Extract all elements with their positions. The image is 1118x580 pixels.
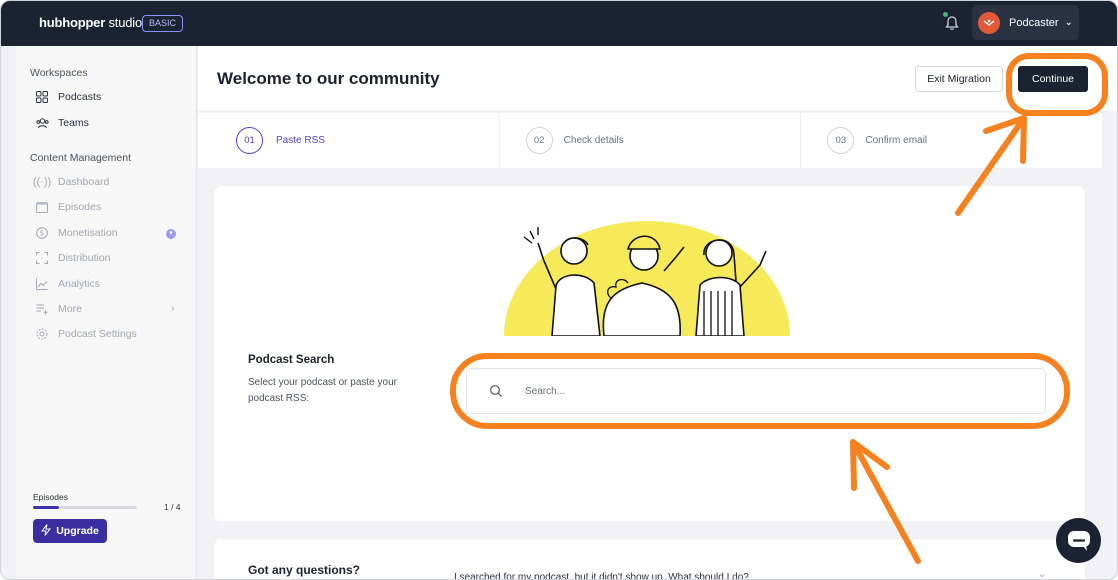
- page-title: Welcome to our community: [217, 69, 440, 88]
- step-label: Check details: [563, 135, 624, 146]
- list-add-icon: [35, 302, 49, 316]
- sidebar-item-dashboard[interactable]: ((·)) Dashboard: [32, 173, 110, 191]
- community-illustration: [504, 221, 790, 336]
- faq-question[interactable]: I searched for my podcast, but it didn't…: [454, 572, 749, 579]
- step-paste-rss[interactable]: 01 Paste RSS: [198, 113, 500, 168]
- migration-steps: 01 Paste RSS 02 Check details 03 Confirm…: [198, 113, 1102, 168]
- lightning-icon: [41, 523, 52, 539]
- users-icon: [35, 116, 49, 130]
- episodes-quota-count: 1 / 4: [164, 502, 181, 512]
- upgrade-button[interactable]: Upgrade: [33, 519, 107, 543]
- chevron-right-icon: ›: [171, 303, 175, 314]
- expand-icon: [35, 251, 49, 265]
- svg-text:$: $: [40, 229, 45, 238]
- search-icon: [490, 385, 502, 397]
- user-name: Podcaster: [1009, 16, 1059, 29]
- workspaces-heading: Workspaces: [30, 67, 88, 79]
- folder-icon: [35, 200, 49, 214]
- step-number: 02: [525, 127, 553, 154]
- step-check-details[interactable]: 02 Check details: [500, 113, 802, 168]
- exit-migration-button[interactable]: Exit Migration: [915, 66, 1003, 92]
- chat-icon: [1067, 530, 1090, 551]
- content-management-heading: Content Management: [30, 152, 131, 164]
- step-number: 01: [236, 127, 263, 154]
- sidebar: Workspaces Podcasts Teams Content Manage…: [16, 46, 197, 579]
- faq-title: Got any questions?: [248, 563, 361, 577]
- user-menu[interactable]: Podcaster ⌄: [972, 5, 1079, 40]
- faq-card: Got any questions? I searched for my pod…: [214, 539, 1085, 579]
- chart-icon: [35, 277, 49, 291]
- step-confirm-email[interactable]: 03 Confirm email: [801, 113, 1102, 168]
- app-window: hubhopper studio BASIC Podcaster ⌄ Works…: [0, 0, 1118, 580]
- grid-icon: [35, 90, 49, 104]
- podcast-search-card: Podcast Search Select your podcast or pa…: [214, 186, 1085, 521]
- avatar: [978, 11, 1000, 34]
- sidebar-item-analytics[interactable]: Analytics: [35, 275, 100, 293]
- settings-icon: [35, 327, 49, 341]
- sidebar-item-more[interactable]: More: [35, 300, 82, 318]
- top-bar: hubhopper studio BASIC Podcaster ⌄: [1, 1, 1117, 46]
- sidebar-item-podcast-settings[interactable]: Podcast Settings: [35, 325, 137, 343]
- broadcast-icon: ((·)): [32, 176, 52, 188]
- sidebar-item-monetisation[interactable]: $ Monetisation: [35, 224, 118, 242]
- search-box[interactable]: [466, 368, 1046, 414]
- dollar-icon: $: [35, 226, 49, 240]
- sidebar-item-podcasts[interactable]: Podcasts: [35, 88, 101, 106]
- bell-icon[interactable]: [942, 13, 962, 33]
- plan-badge: BASIC: [142, 15, 184, 32]
- sidebar-item-distribution[interactable]: Distribution: [35, 249, 111, 267]
- sidebar-item-teams[interactable]: Teams: [35, 114, 89, 132]
- episodes-progress-fill: [33, 506, 59, 509]
- page-header: Welcome to our community Exit Migration …: [198, 46, 1117, 112]
- search-input[interactable]: [525, 385, 1005, 397]
- episodes-quota-label: Episodes: [33, 492, 68, 502]
- chevron-down-icon[interactable]: ⌄: [1038, 569, 1046, 579]
- monetisation-badge-icon: ▾: [166, 229, 176, 239]
- search-title: Podcast Search: [248, 354, 335, 366]
- chevron-down-icon: ⌄: [1064, 17, 1073, 28]
- step-label: Confirm email: [865, 135, 928, 146]
- mic-logo-icon: [983, 19, 995, 26]
- episodes-progress-bar: [33, 506, 137, 509]
- chat-button[interactable]: [1056, 518, 1101, 563]
- continue-button[interactable]: Continue: [1018, 66, 1088, 92]
- step-number: 03: [827, 127, 855, 154]
- sidebar-item-episodes[interactable]: Episodes: [35, 198, 101, 216]
- search-description: Select your podcast or paste your podcas…: [248, 377, 397, 404]
- app-logo[interactable]: hubhopper studio: [39, 15, 142, 30]
- step-label: Paste RSS: [276, 135, 325, 146]
